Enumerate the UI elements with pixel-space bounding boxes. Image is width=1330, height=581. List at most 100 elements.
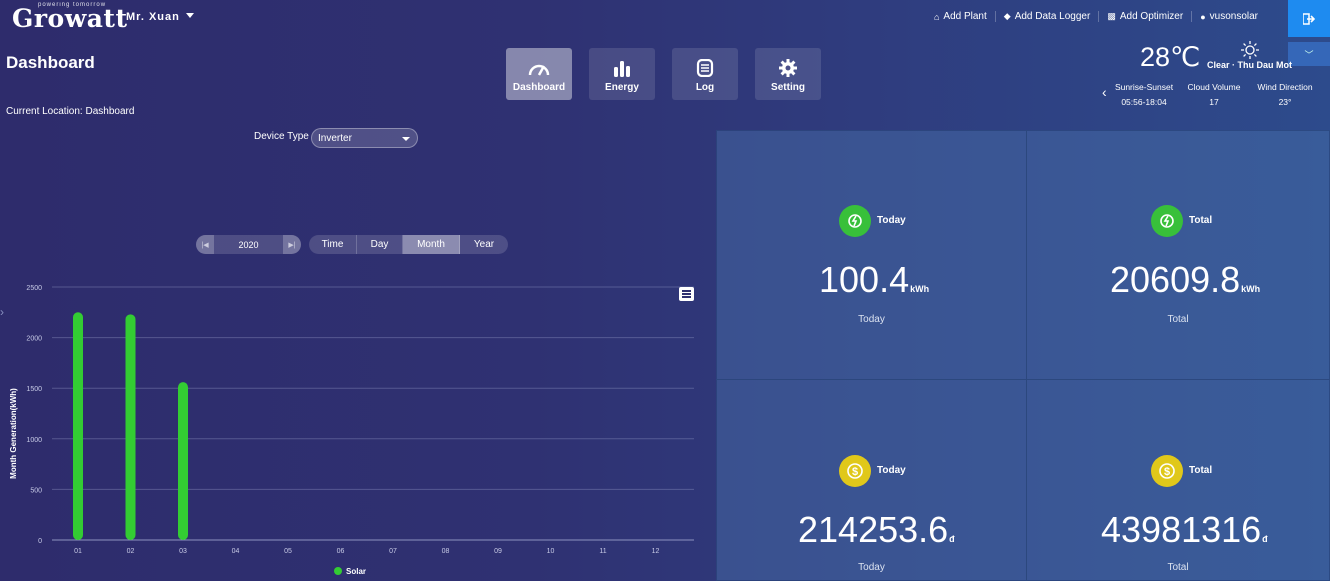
breadcrumb: Current Location: Dashboard: [6, 106, 135, 117]
energy-total-card: Total 20609.8kWh Total: [1026, 130, 1330, 380]
card-unit: đ: [949, 534, 955, 544]
tab-dashboard[interactable]: Dashboard: [506, 48, 572, 100]
account-label: vusonsolar: [1209, 11, 1258, 22]
year-value: 2020: [238, 239, 259, 250]
expand-button[interactable]: ﹀: [1288, 42, 1330, 66]
energy-today-card: Today 100.4kWh Today: [716, 130, 1027, 380]
generation-chart: 0 500 1000 1500 2000 2500 Month Generation(kWh…: [9, 285, 694, 576]
add-plant-link[interactable]: ⌂ Add Plant: [926, 11, 996, 22]
add-optimizer-link[interactable]: ▩ Add Optimizer: [1099, 11, 1193, 22]
tab-setting[interactable]: Setting: [755, 48, 821, 100]
x-tick-label: 08: [442, 548, 450, 555]
card-value-number: 100.4: [819, 259, 910, 300]
tab-log[interactable]: Log: [672, 48, 738, 100]
chart-bar: [125, 314, 136, 540]
y-tick-label: 2500: [26, 285, 42, 292]
card-label: Total: [1189, 215, 1213, 226]
x-tick-label: 04: [232, 548, 240, 555]
weather-wind-direction: Wind Direction 23°: [1252, 80, 1318, 110]
weather-detail-value: 17: [1209, 97, 1219, 107]
gauge-icon: [527, 56, 551, 80]
card-unit: kWh: [910, 284, 930, 294]
chevron-down-icon: [402, 137, 410, 141]
x-tick-label: 05: [284, 548, 292, 555]
x-tick-label: 11: [599, 548, 606, 555]
weather-cloud-volume: Cloud Volume 17: [1184, 80, 1244, 110]
chevron-right-icon[interactable]: ›: [0, 305, 4, 319]
device-type-select[interactable]: Inverter: [311, 128, 418, 148]
chart-bar: [73, 312, 83, 540]
chart-menu-button[interactable]: [679, 287, 694, 301]
add-data-logger-link[interactable]: ◆ Add Data Logger: [996, 11, 1100, 22]
temperature: 28℃: [1140, 42, 1201, 72]
x-tick-label: 09: [494, 548, 502, 555]
weather-detail-value: 05:56-18:04: [1121, 97, 1167, 107]
card-value-number: 20609.8: [1110, 259, 1241, 300]
home-icon: ⌂: [933, 11, 940, 22]
page-title: Dashboard: [6, 53, 95, 72]
prev-year-button[interactable]: |◀: [196, 235, 214, 254]
weather-condition: Clear · Thu Dau Mot: [1207, 60, 1292, 70]
weather-detail-label: Wind Direction: [1257, 82, 1313, 92]
revenue-today-card: $ Today 214253.6đ Today: [716, 379, 1027, 581]
period-year-button[interactable]: Year: [460, 235, 508, 254]
add-data-logger-label: Add Data Logger: [1014, 11, 1091, 22]
device-type-label: Device Type: [254, 131, 309, 142]
coin-icon: $: [1151, 455, 1183, 487]
add-plant-label: Add Plant: [943, 11, 987, 22]
next-year-button[interactable]: ▶|: [283, 235, 301, 254]
user-icon: ●: [1200, 11, 1206, 22]
account-link[interactable]: ● vusonsolar: [1192, 11, 1266, 22]
x-tick-label: 06: [337, 548, 345, 555]
period-day-button[interactable]: Day: [357, 235, 403, 254]
x-tick-label: 01: [74, 548, 82, 555]
revenue-total-card: $ Total 43981316đ Total: [1026, 379, 1330, 581]
card-unit: đ: [1262, 534, 1268, 544]
svg-text:$: $: [852, 466, 858, 478]
x-tick-label: 03: [179, 548, 187, 555]
x-tick-label: 07: [389, 548, 397, 555]
y-tick-label: 0: [38, 538, 42, 545]
y-axis-title: Month Generation(kWh): [9, 388, 18, 479]
card-sub: Today: [858, 314, 885, 325]
tab-dashboard-label: Dashboard: [512, 81, 566, 93]
card-label: Today: [877, 215, 906, 226]
period-month-button[interactable]: Month: [403, 235, 460, 254]
period-selector: Time Day Month Year: [309, 235, 508, 254]
year-picker[interactable]: |◀ 2020 ▶|: [196, 235, 301, 254]
y-tick-label: 2000: [26, 336, 42, 343]
logo-tagline: powering tomorrow: [38, 2, 107, 8]
chevron-down-icon: [185, 13, 194, 18]
add-optimizer-label: Add Optimizer: [1119, 11, 1184, 22]
log-icon: [695, 56, 715, 80]
tab-setting-label: Setting: [771, 81, 805, 93]
card-label: Total: [1189, 465, 1213, 476]
card-sub: Today: [858, 562, 885, 573]
optimizer-icon: ▩: [1107, 11, 1116, 21]
x-tick-label: 10: [547, 548, 555, 555]
coin-icon: $: [839, 455, 871, 487]
y-tick-label: 1500: [26, 386, 42, 393]
weather-sunrise-sunset: Sunrise-Sunset 05:56-18:04: [1113, 80, 1175, 110]
tab-log-label: Log: [695, 81, 715, 93]
chart-bar: [178, 382, 188, 540]
growatt-logo[interactable]: powering tomorrow Growatt: [12, 2, 128, 33]
weather-detail-label: Sunrise-Sunset: [1114, 82, 1174, 92]
card-value: 214253.6đ: [798, 509, 955, 551]
gear-icon: [778, 56, 798, 80]
energy-icon: [1151, 205, 1183, 237]
weather-prev-button[interactable]: ‹: [1102, 84, 1107, 100]
user-menu[interactable]: Mr. Xuan: [126, 11, 194, 23]
card-value-number: 43981316: [1101, 509, 1262, 550]
period-time-button[interactable]: Time: [309, 235, 357, 254]
energy-icon: [839, 205, 871, 237]
logout-button[interactable]: [1288, 0, 1330, 37]
user-menu-label: Mr. Xuan: [126, 11, 180, 23]
legend-label: Solar: [346, 567, 366, 576]
legend-marker: [334, 567, 342, 575]
bar-chart-icon: [611, 56, 633, 80]
tab-energy[interactable]: Energy: [589, 48, 655, 100]
y-tick-label: 500: [30, 487, 42, 494]
card-value: 43981316đ: [1101, 509, 1268, 551]
x-tick-label: 12: [652, 548, 660, 555]
